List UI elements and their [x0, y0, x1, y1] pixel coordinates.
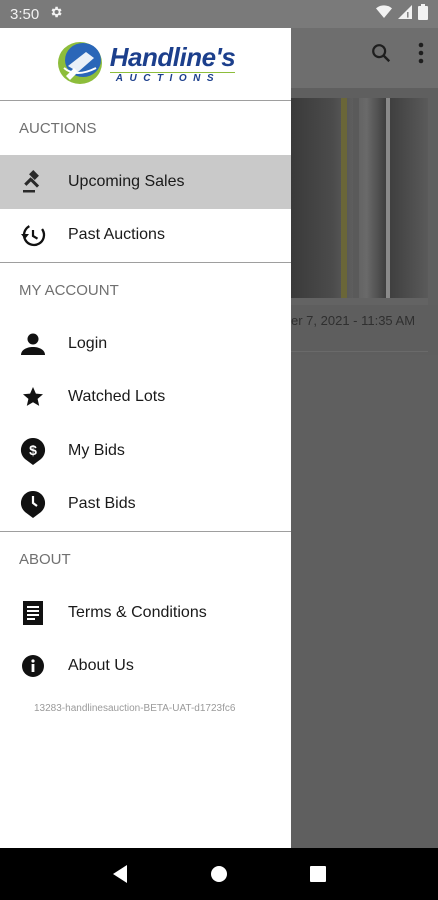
section-title-auctions: AUCTIONS: [19, 119, 97, 137]
menu-item-my-bids[interactable]: $ My Bids: [0, 424, 291, 478]
person-icon: [19, 330, 47, 358]
status-time: 3:50: [10, 5, 40, 23]
menu-item-label: About Us: [68, 657, 134, 675]
brand-name: Handline's: [109, 42, 236, 72]
auction-date: er 7, 2021 - 11:35 AM: [291, 305, 438, 355]
menu-item-upcoming-sales[interactable]: Upcoming Sales: [0, 155, 291, 209]
document-icon: [19, 599, 47, 627]
dollar-pin-icon: $: [19, 437, 47, 465]
battery-icon: [418, 4, 428, 24]
wifi-icon: [376, 5, 392, 23]
menu-item-label: Past Bids: [68, 495, 136, 513]
clock-pin-icon: [19, 490, 47, 519]
overflow-menu-icon[interactable]: [418, 42, 424, 69]
home-icon[interactable]: [204, 859, 234, 889]
section-title-about: ABOUT: [19, 550, 71, 568]
auction-image[interactable]: [291, 98, 428, 298]
menu-item-label: My Bids: [68, 441, 125, 459]
menu-item-past-bids[interactable]: Past Bids: [0, 478, 291, 532]
logo-emblem-icon: [56, 38, 106, 91]
system-navigation-bar: [0, 848, 438, 900]
navigation-drawer: Handline's AUCTIONS AUCTIONS Upcoming Sa…: [0, 28, 291, 848]
drawer-header: Handline's AUCTIONS: [0, 28, 291, 101]
menu-item-about-us[interactable]: About Us: [0, 640, 291, 694]
brand-subtitle: AUCTIONS: [109, 72, 236, 84]
cellular-icon: [398, 5, 412, 23]
status-bar: 3:50: [0, 0, 438, 28]
menu-item-label: Past Auctions: [68, 226, 165, 244]
recents-icon[interactable]: [303, 859, 333, 889]
brand-logo: Handline's AUCTIONS: [56, 38, 236, 91]
settings-icon: [49, 5, 63, 23]
svg-text:$: $: [29, 442, 37, 458]
menu-item-terms[interactable]: Terms & Conditions: [0, 586, 291, 640]
menu-item-label: Login: [68, 334, 108, 352]
menu-item-login[interactable]: Login: [0, 317, 291, 371]
divider: [291, 351, 428, 352]
history-icon: [19, 221, 47, 249]
search-icon[interactable]: [370, 42, 392, 69]
menu-item-label: Terms & Conditions: [68, 603, 207, 621]
build-info: 13283-handlinesauction-BETA-UAT-d1723fc6: [34, 703, 236, 714]
menu-item-past-auctions[interactable]: Past Auctions: [0, 209, 291, 263]
back-icon[interactable]: [105, 859, 135, 889]
gavel-icon: [19, 168, 47, 196]
star-icon: [19, 383, 47, 411]
section-title-my-account: MY ACCOUNT: [19, 281, 119, 299]
info-icon: [19, 652, 47, 680]
menu-item-watched-lots[interactable]: Watched Lots: [0, 371, 291, 425]
menu-item-label: Upcoming Sales: [68, 172, 185, 190]
menu-item-label: Watched Lots: [68, 388, 166, 406]
